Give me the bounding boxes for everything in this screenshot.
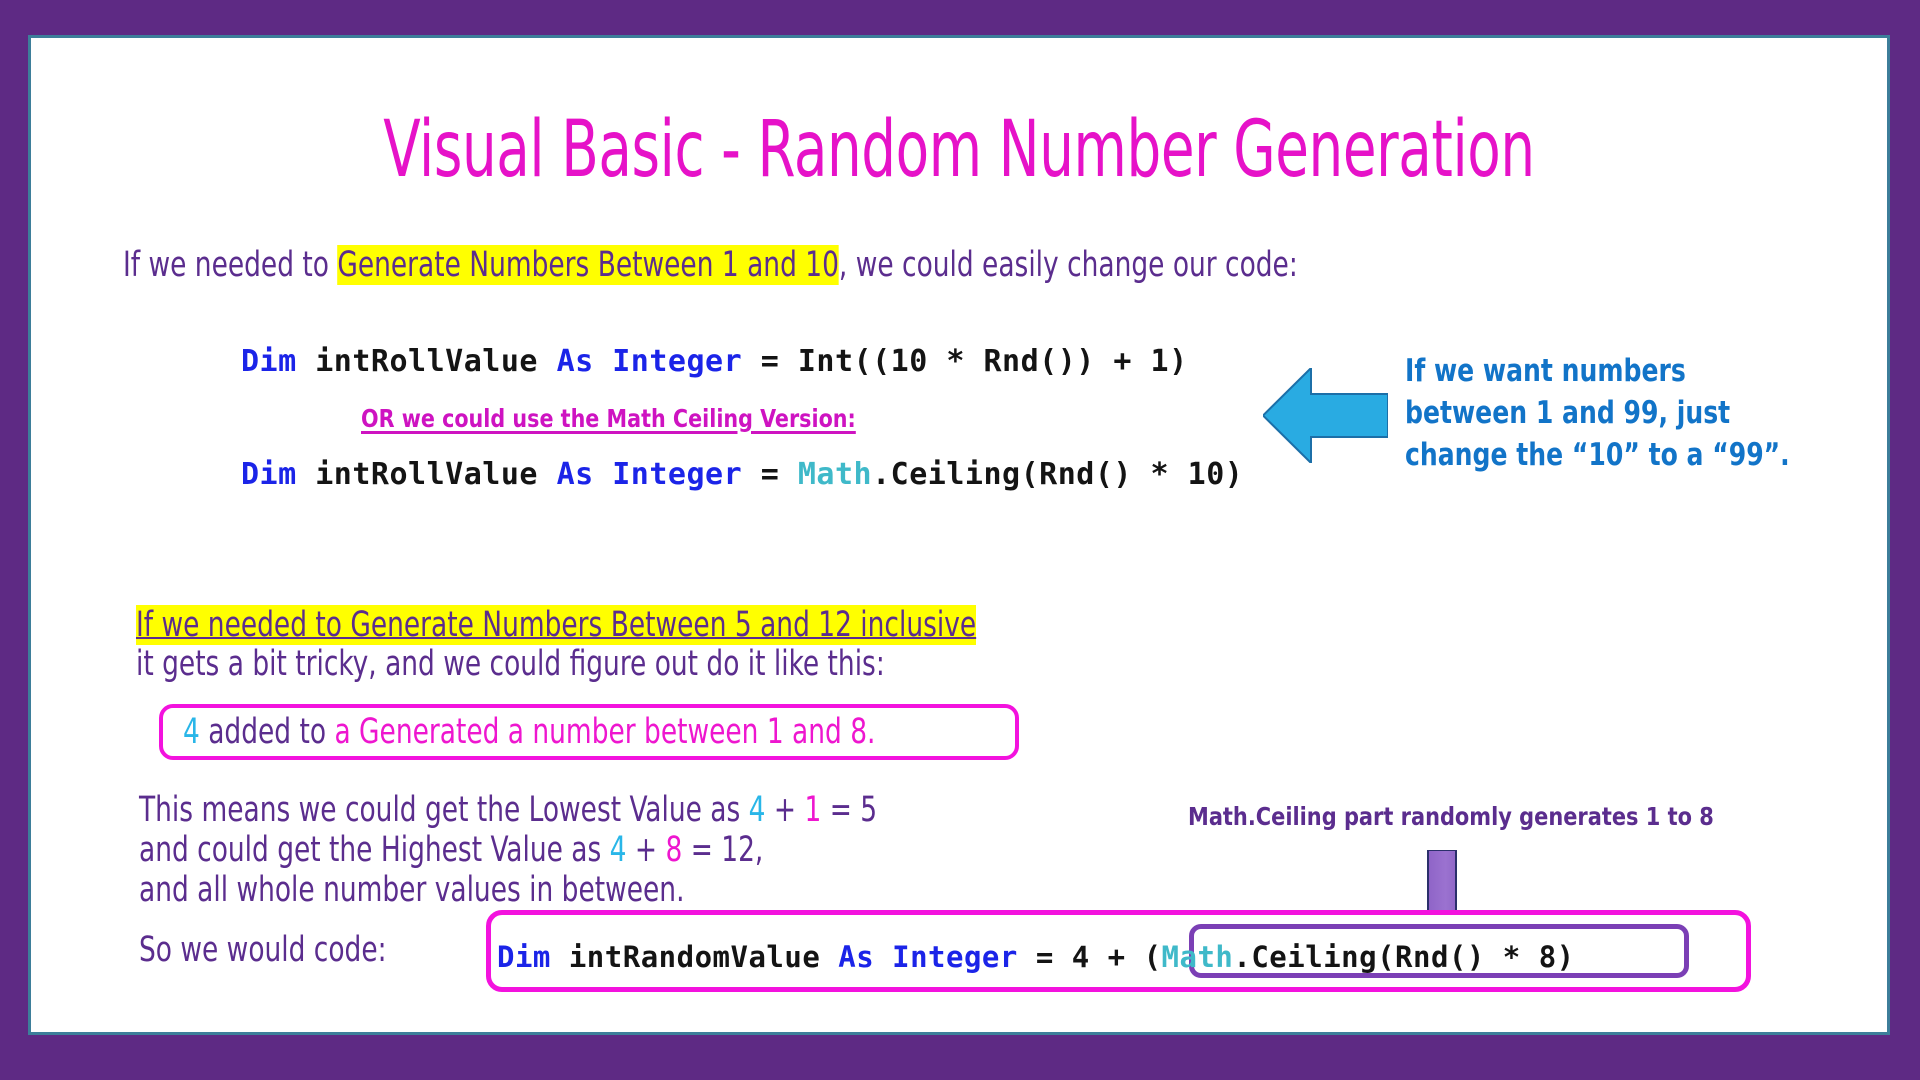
slide-frame: Visual Basic - Random Number Generation … bbox=[0, 0, 1920, 1080]
tricky-line-1: If we needed to Generate Numbers Between… bbox=[136, 603, 977, 647]
means1-num-1: 1 bbox=[804, 790, 822, 830]
intro-after: , we could easily change our code: bbox=[838, 245, 1298, 285]
means2-plus: + bbox=[626, 830, 666, 870]
code1-keyword-as-integer: As Integer bbox=[556, 344, 743, 379]
code-line-int-version: Dim intRollValue As Integer = Int((10 * … bbox=[241, 343, 1188, 381]
page-title: Visual Basic - Random Number Generation bbox=[383, 105, 1535, 195]
intro-line: If we needed to Generate Numbers Between… bbox=[123, 243, 1298, 287]
code-line-ceiling-version: Dim intRollValue As Integer = Math.Ceili… bbox=[241, 456, 1243, 494]
code2-expression: .Ceiling(Rnd() * 10) bbox=[872, 457, 1244, 492]
tricky-line-2: it gets a bit tricky, and we could figur… bbox=[136, 644, 885, 684]
added-middle: added to bbox=[199, 712, 335, 752]
slide-canvas: Visual Basic - Random Number Generation … bbox=[28, 35, 1890, 1035]
means1-plus: + bbox=[765, 790, 805, 830]
code3-variable: intRandomValue bbox=[550, 940, 839, 974]
code2-variable: intRollValue bbox=[296, 457, 557, 492]
blue-callout-line-2: between 1 and 99, just bbox=[1405, 395, 1731, 431]
intro-highlight: Generate Numbers Between 1 and 10 bbox=[337, 245, 839, 285]
means2-text: and could get the Highest Value as bbox=[139, 830, 610, 870]
means2-num-4: 4 bbox=[609, 830, 627, 870]
means-line-1: This means we could get the Lowest Value… bbox=[139, 788, 877, 832]
or-alternative-label: OR we could use the Math Ceiling Version… bbox=[361, 404, 856, 433]
intro-before: If we needed to bbox=[123, 245, 338, 285]
means2-num-8: 8 bbox=[665, 830, 683, 870]
code1-keyword-dim: Dim bbox=[241, 344, 297, 379]
added-to-text: 4 added to a Generated a number between … bbox=[183, 710, 875, 754]
added-tail: a Generated a number between 1 and 8. bbox=[334, 712, 876, 752]
code3-expression: .Ceiling(Rnd() * 8) bbox=[1233, 940, 1575, 974]
blue-callout-text: If we want numbers between 1 and 99, jus… bbox=[1405, 350, 1790, 476]
code2-keyword-as-integer: As Integer bbox=[556, 457, 743, 492]
code3-equals: = 4 + ( bbox=[1017, 940, 1162, 974]
code3-keyword-dim: Dim bbox=[497, 940, 551, 974]
means1-text: This means we could get the Lowest Value… bbox=[139, 790, 749, 830]
code3-keyword-as-integer: As Integer bbox=[838, 940, 1018, 974]
ceiling-annotation-text: Math.Ceiling part randomly generates 1 t… bbox=[1188, 802, 1714, 831]
means1-result: = 5 bbox=[821, 790, 878, 830]
tricky-highlight: If we needed to Generate Numbers Between… bbox=[136, 605, 977, 645]
blue-callout-line-1: If we want numbers bbox=[1405, 353, 1686, 389]
code2-keyword-dim: Dim bbox=[241, 457, 297, 492]
left-arrow-icon bbox=[1263, 368, 1388, 463]
means-line-2: and could get the Highest Value as 4 + 8… bbox=[139, 828, 763, 872]
code2-equals: = bbox=[742, 457, 798, 492]
blue-callout-line-3: change the “10” to a “99”. bbox=[1405, 437, 1790, 473]
so-we-would-code-label: So we would code: bbox=[139, 930, 387, 970]
code1-variable: intRollValue bbox=[296, 344, 557, 379]
means-line-3: and all whole number values in between. bbox=[139, 870, 685, 910]
code3-class-math: Math bbox=[1161, 940, 1234, 974]
code2-class-math: Math bbox=[797, 457, 873, 492]
means2-result: = 12, bbox=[682, 830, 764, 870]
added-number: 4 bbox=[183, 712, 200, 752]
means1-num-4: 4 bbox=[748, 790, 766, 830]
code1-expression: = Int((10 * Rnd()) + 1) bbox=[742, 344, 1188, 379]
code-line-random-value: Dim intRandomValue As Integer = 4 + (Mat… bbox=[497, 938, 1575, 976]
